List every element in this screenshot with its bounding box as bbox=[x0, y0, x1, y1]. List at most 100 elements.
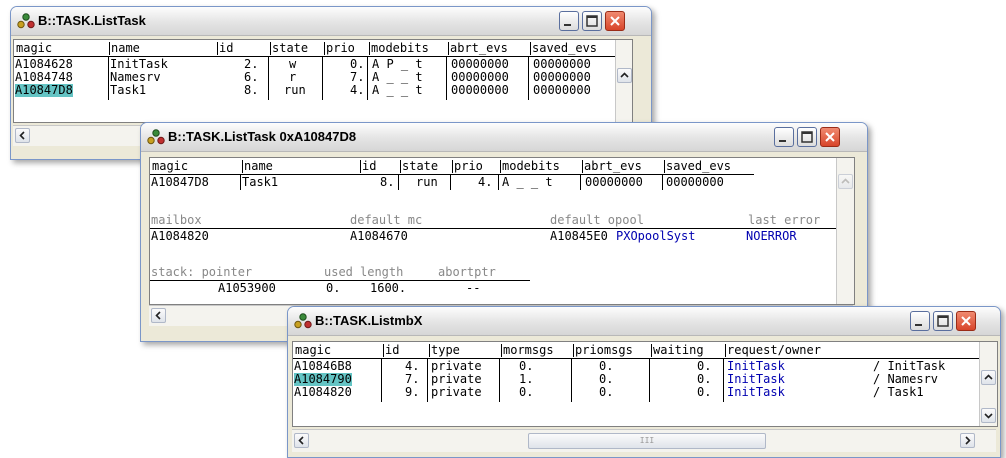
header-saved-evs: saved_evs bbox=[664, 159, 732, 173]
table-row[interactable]: A10847D8 Task1 8. run 4. A _ _ t 0000000… bbox=[14, 84, 620, 97]
table-row[interactable]: A1084748 Namesrv 6. r 7. A _ _ t 0000000… bbox=[14, 71, 620, 84]
last-error-value[interactable]: NOERROR bbox=[746, 230, 797, 243]
header-abrt-evs[interactable]: abrt_evs bbox=[448, 42, 508, 55]
header-saved-evs[interactable]: saved_evs bbox=[530, 42, 597, 55]
scroll-down-button[interactable] bbox=[981, 408, 996, 423]
vertical-scrollbar[interactable] bbox=[836, 158, 854, 304]
header-state: state bbox=[400, 159, 439, 173]
window-titlebar[interactable]: B::TASK.ListmbX bbox=[288, 307, 1000, 336]
header-abrt-evs: abrt_evs bbox=[582, 159, 642, 173]
table-row[interactable]: A1084820 9. private 0. 0. 0. InitTask / … bbox=[293, 386, 979, 399]
window-listmbx[interactable]: B::TASK.ListmbX magic id type mormsgs pr… bbox=[287, 306, 1001, 458]
mailbox-value[interactable]: A1084820 bbox=[151, 230, 209, 243]
header-priomsgs[interactable]: priomsgs bbox=[573, 344, 633, 357]
cell-modebits: A _ _ t bbox=[502, 175, 553, 189]
close-button[interactable] bbox=[605, 11, 625, 31]
header-state[interactable]: state bbox=[270, 42, 308, 55]
scroll-thumb-grip: III bbox=[639, 436, 655, 445]
task-list-table: magic name id state prio modebits abrt_e… bbox=[13, 39, 633, 123]
header-modebits[interactable]: modebits bbox=[369, 42, 429, 55]
header-id[interactable]: id bbox=[383, 344, 399, 357]
scroll-up-button[interactable] bbox=[617, 68, 632, 83]
minimize-button[interactable] bbox=[559, 11, 579, 31]
header-request-owner[interactable]: request/owner bbox=[725, 344, 821, 357]
horizontal-scrollbar[interactable]: III bbox=[292, 429, 996, 452]
maximize-button[interactable] bbox=[582, 11, 602, 31]
cell-waiting: 0. bbox=[697, 385, 712, 399]
close-button[interactable] bbox=[956, 311, 976, 331]
cell-id: 9. bbox=[405, 385, 420, 399]
cell-prio: 4. bbox=[350, 83, 365, 97]
window-titlebar[interactable]: B::TASK.ListTask 0xA10847D8 bbox=[141, 123, 867, 152]
scroll-right-button[interactable] bbox=[960, 433, 975, 448]
header-id[interactable]: id bbox=[217, 42, 233, 55]
table-row[interactable]: A1084628 InitTask 2. w 0. A P _ t 000000… bbox=[14, 58, 620, 71]
header-magic[interactable]: magic bbox=[294, 344, 331, 357]
vertical-scrollbar[interactable] bbox=[615, 40, 632, 122]
minimize-button[interactable] bbox=[774, 127, 794, 147]
header-id: id bbox=[360, 159, 377, 173]
task-detail-panel: magic name id state prio modebits abrt_e… bbox=[149, 157, 855, 305]
minimize-button[interactable] bbox=[910, 311, 930, 331]
header-type[interactable]: type bbox=[429, 344, 460, 357]
scroll-thumb[interactable]: III bbox=[528, 433, 766, 449]
cell-saved-evs: 00000000 bbox=[533, 83, 591, 97]
close-button[interactable] bbox=[820, 127, 840, 147]
stack-header: stack: pointer used length abortptr bbox=[150, 266, 840, 279]
used-label: used bbox=[324, 265, 353, 279]
cell-priomsgs: 0. bbox=[599, 385, 614, 399]
detail-header: magic name id state prio modebits abrt_e… bbox=[150, 160, 790, 173]
cell-mormsgs: 0. bbox=[519, 385, 534, 399]
mailbox-row: A1084820 A1084670 A10845E0 PXOpoolSyst N… bbox=[150, 230, 840, 243]
trace32-app-icon bbox=[147, 129, 165, 145]
default-mc-label: default mc bbox=[350, 213, 423, 227]
header-waiting[interactable]: waiting bbox=[651, 344, 704, 357]
cell-saved-evs: 00000000 bbox=[666, 175, 724, 189]
mailbox-list-table: magic id type mormsgs priomsgs waiting r… bbox=[292, 341, 998, 427]
cell-request[interactable]: InitTask bbox=[727, 386, 785, 399]
cell-magic[interactable]: A1084820 bbox=[294, 386, 352, 399]
scroll-left-button[interactable] bbox=[151, 308, 166, 323]
cell-abrt-evs: 00000000 bbox=[585, 175, 643, 189]
scroll-up-button[interactable] bbox=[981, 370, 996, 385]
default-mc-value[interactable]: A1084670 bbox=[350, 230, 408, 243]
cell-magic[interactable]: A10847D8 bbox=[15, 84, 73, 97]
abortptr-label: abortptr bbox=[438, 265, 496, 279]
header-magic: magic bbox=[152, 159, 189, 173]
table-header: magic id type mormsgs priomsgs waiting r… bbox=[293, 344, 983, 357]
stack-pointer-label: stack: pointer bbox=[151, 265, 253, 279]
stack-row: A1053900 0. 1600. -- bbox=[150, 282, 840, 295]
trace32-app-icon bbox=[294, 313, 312, 329]
trace32-app-icon bbox=[17, 13, 35, 29]
detail-row: A10847D8 Task1 8. run 4. A _ _ t 0000000… bbox=[150, 176, 790, 189]
header-mormsgs[interactable]: mormsgs bbox=[501, 344, 554, 357]
cell-name: Task1 bbox=[242, 175, 279, 189]
mailbox-label: mailbox bbox=[151, 213, 202, 227]
default-opool-label: default opool bbox=[550, 213, 644, 227]
abortptr-value: -- bbox=[466, 281, 481, 295]
scroll-left-button[interactable] bbox=[294, 433, 309, 448]
header-magic[interactable]: magic bbox=[15, 42, 52, 55]
scroll-left-button[interactable] bbox=[15, 128, 30, 143]
table-header: magic name id state prio modebits abrt_e… bbox=[14, 42, 632, 55]
default-opool-value[interactable]: A10845E0 bbox=[550, 230, 608, 243]
cell-prio: 4. bbox=[478, 175, 493, 189]
mailbox-header: mailbox default mc default opool last er… bbox=[150, 214, 840, 227]
header-prio[interactable]: prio bbox=[324, 42, 355, 55]
header-name[interactable]: name bbox=[109, 42, 140, 55]
cell-type: private bbox=[431, 385, 482, 399]
maximize-button[interactable] bbox=[797, 127, 817, 147]
stack-pointer-value[interactable]: A1053900 bbox=[218, 282, 276, 295]
cell-magic: A10847D8 bbox=[151, 175, 209, 189]
scroll-up-button[interactable] bbox=[838, 174, 853, 189]
cell-name[interactable]: Task1 bbox=[110, 84, 146, 97]
default-opool-name[interactable]: PXOpoolSyst bbox=[616, 230, 695, 243]
vertical-scrollbar[interactable] bbox=[979, 342, 997, 426]
header-modebits: modebits bbox=[500, 159, 560, 173]
cell-owner[interactable]: / Task1 bbox=[873, 386, 924, 399]
used-value: 0. bbox=[326, 281, 341, 295]
window-titlebar[interactable]: B::TASK.ListTask bbox=[11, 7, 651, 36]
window-title: B::TASK.ListTask 0xA10847D8 bbox=[168, 129, 357, 144]
maximize-button[interactable] bbox=[933, 311, 953, 331]
cell-id: 8. bbox=[380, 175, 395, 189]
